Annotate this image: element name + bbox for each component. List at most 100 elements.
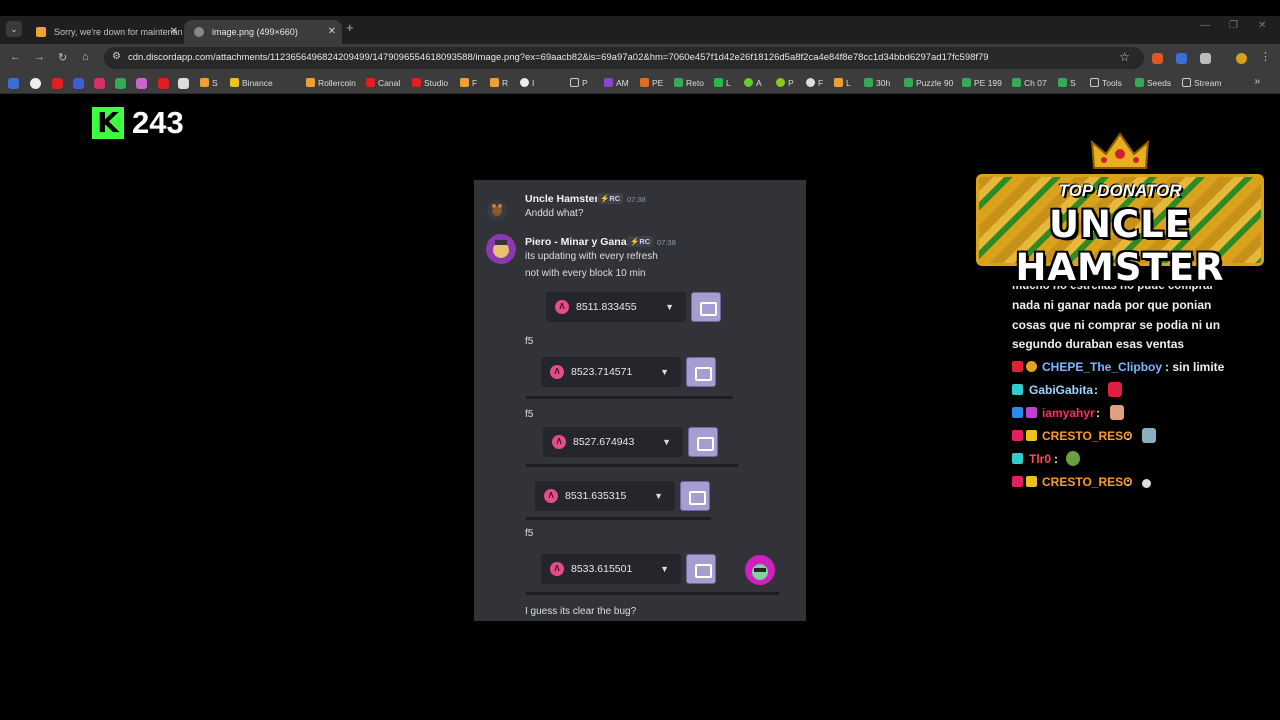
bookmark-folder[interactable]: Stream [1182, 72, 1221, 94]
profile-avatar[interactable] [1236, 53, 1247, 64]
chat-username[interactable]: iamyahyr [1042, 404, 1095, 422]
maximize-icon[interactable]: ❐ [1229, 20, 1238, 31]
url-text[interactable]: cdn.discordapp.com/attachments/112365649… [128, 47, 989, 69]
coin-icon: Λ [544, 489, 558, 503]
bookmark-item[interactable]: S [200, 72, 218, 94]
menu-dots-icon[interactable]: ⋮ [1260, 50, 1271, 63]
bookmarks-bar: S Binance Rollercoin Canal Studio F R I … [0, 72, 1280, 94]
message-text: f5 [525, 336, 534, 347]
chat-username[interactable]: CRESTO_RESO [1042, 473, 1132, 491]
wallet-button[interactable] [686, 357, 716, 387]
extension-fox-icon[interactable] [1152, 53, 1163, 64]
wallet-button[interactable] [680, 481, 710, 511]
bookmark-item[interactable]: A [744, 72, 762, 94]
badge-icon [1012, 361, 1023, 372]
bookmark-instagram-icon[interactable] [94, 78, 105, 89]
bookmark-item[interactable]: S [1058, 72, 1076, 94]
bookmark-item[interactable]: Seeds [1135, 72, 1171, 94]
forward-arrow-icon[interactable]: → [34, 51, 45, 63]
chat-text: segundo duraban esas ventas [1012, 337, 1185, 351]
bookmark-item[interactable]: Binance [230, 72, 273, 94]
bookmark-item[interactable]: Rollercoin [306, 72, 356, 94]
bookmark-icon[interactable] [52, 78, 63, 89]
message-text: Anddd what? [525, 208, 584, 219]
more-bookmarks-icon[interactable]: » [1254, 76, 1260, 87]
new-tab-button[interactable]: + [346, 20, 354, 35]
emote-icon [1110, 405, 1124, 420]
divider [526, 517, 711, 520]
chat-username[interactable]: GabiGabita [1029, 381, 1093, 399]
bookmark-item[interactable]: L [834, 72, 851, 94]
badge-icon [1026, 430, 1037, 441]
bookmark-icon[interactable] [8, 78, 19, 89]
bookmark-icon[interactable] [115, 78, 126, 89]
bookmark-item[interactable]: Ch 07 [1012, 72, 1047, 94]
tab-search-button[interactable]: ⌄ [6, 21, 22, 37]
bookmark-star-icon[interactable]: ☆ [1119, 50, 1130, 64]
site-info-icon[interactable]: ⚙ [112, 51, 121, 62]
wallet-button[interactable] [686, 554, 716, 584]
reload-icon[interactable]: ↻ [58, 51, 67, 64]
minimize-icon[interactable]: — [1200, 20, 1210, 31]
home-icon[interactable]: ⌂ [82, 51, 89, 63]
bookmark-youtube-icon[interactable] [158, 78, 169, 89]
tab-image[interactable]: image.png (499×660) ✕ [184, 20, 342, 44]
bookmark-item[interactable]: 30h [864, 72, 890, 94]
bookmark-item[interactable]: Puzzle 90 [904, 72, 953, 94]
tab-title: image.png (499×660) [212, 27, 298, 37]
bookmark-item[interactable]: Canal [366, 72, 400, 94]
chat-message-text: : sin limite [1165, 360, 1225, 374]
close-tab-icon[interactable]: ✕ [328, 20, 336, 44]
badge-icon [1026, 361, 1037, 372]
chat-username[interactable]: CRESTO_RESO [1042, 427, 1132, 445]
bookmark-item[interactable]: Studio [412, 72, 448, 94]
bookmark-folder[interactable]: P [570, 72, 588, 94]
wallet-button[interactable] [691, 292, 721, 322]
tab-maintenance[interactable]: Sorry, we're down for maintenan ✕ [26, 20, 184, 44]
wallet-button[interactable] [688, 427, 718, 457]
chat-message-text: : [1094, 383, 1098, 397]
bookmark-item[interactable]: PE 199 [962, 72, 1002, 94]
chat-username[interactable]: Tlr0 [1029, 450, 1051, 468]
bookmark-item[interactable]: F [806, 72, 823, 94]
close-tab-icon[interactable]: ✕ [170, 20, 178, 44]
bookmark-item[interactable]: L [714, 72, 731, 94]
bookmark-folder[interactable]: Tools [1090, 72, 1122, 94]
currency-dropdown[interactable]: Λ 8511.833455 ▼ [546, 292, 686, 322]
message-username[interactable]: Piero - Minar y Ganar [525, 236, 631, 248]
chevron-down-icon: ▼ [660, 367, 669, 377]
currency-dropdown[interactable]: Λ 8533.615501 ▼ [541, 554, 681, 584]
bookmark-facebook-icon[interactable] [73, 78, 84, 89]
bookmark-item[interactable]: F [460, 72, 477, 94]
reaction-avatar [745, 555, 775, 585]
chevron-down-icon: ▼ [660, 564, 669, 574]
currency-dropdown[interactable]: Λ 8527.674943 ▼ [543, 427, 683, 457]
currency-dropdown[interactable]: Λ 8523.714571 ▼ [541, 357, 681, 387]
close-window-icon[interactable]: ✕ [1258, 20, 1266, 31]
extension-bitwarden-icon[interactable] [1176, 53, 1187, 64]
message-username[interactable]: Uncle Hamster [525, 193, 599, 205]
bookmark-item[interactable]: AM [604, 72, 629, 94]
address-bar[interactable]: ⚙ cdn.discordapp.com/attachments/1123656… [104, 47, 1144, 69]
bookmark-item[interactable]: PE [640, 72, 663, 94]
coin-icon: Λ [555, 300, 569, 314]
balance-value: 8527.674943 [573, 436, 635, 448]
extensions-puzzle-icon[interactable] [1200, 53, 1211, 64]
currency-dropdown[interactable]: Λ 8531.635315 ▼ [535, 481, 675, 511]
bookmark-item[interactable]: Reto [674, 72, 704, 94]
balance-value: 8523.714571 [571, 366, 633, 378]
role-tag: ⚡RC [597, 193, 624, 204]
bookmark-x-icon[interactable] [178, 78, 189, 89]
discord-screenshot: Uncle Hamster ⚡RC 07:38 Anddd what? Pier… [474, 180, 806, 621]
bookmark-icon[interactable] [30, 78, 41, 89]
chat-username[interactable]: CHEPE_The_Clipboy [1042, 358, 1162, 376]
divider [526, 464, 738, 467]
bookmark-item[interactable]: I [520, 72, 534, 94]
bookmark-icon[interactable] [136, 78, 147, 89]
balance-value: 8511.833455 [576, 301, 637, 313]
role-tag: ⚡RC [627, 236, 654, 247]
bookmark-item[interactable]: P [776, 72, 794, 94]
back-arrow-icon[interactable]: ← [10, 51, 21, 63]
bookmark-item[interactable]: R [490, 72, 508, 94]
chat-text: nada ni ganar nada por que ponian [1012, 298, 1212, 312]
